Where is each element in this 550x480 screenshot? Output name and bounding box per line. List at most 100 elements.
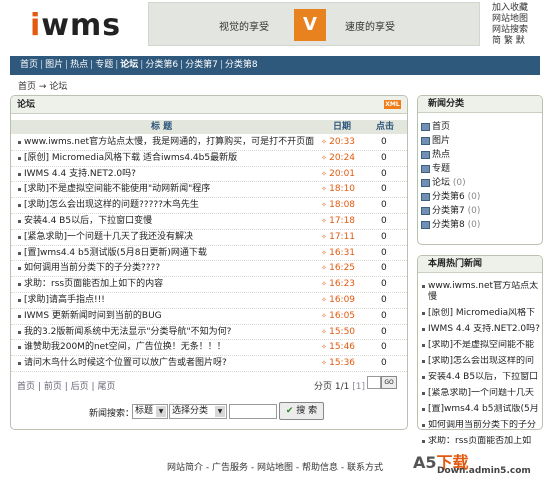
panel-title: 论坛 [11,96,407,114]
category-item[interactable]: 专题 [418,162,542,176]
site-search-link[interactable]: 网站搜索 [492,25,550,36]
hot-news-title-link[interactable]: [置]wms4.4 b5测试版(5月 [428,404,540,415]
nav-item-hot[interactable]: 热点 [70,60,88,70]
search-button[interactable]: ✔ 搜 索 [279,402,324,420]
table-row[interactable]: www.iwms.net官方站点太慢，我是网通的，打算购买，可是打不开页面 ✧ 2… [11,135,407,151]
table-row[interactable]: [求助]请高手指点!!! ✧ 16:09 0 [11,293,407,309]
table-row[interactable]: [求助]怎么会出现这样的问题?????木鸟先生 ✧ 18:08 0 [11,198,407,214]
row-clicks: 0 [381,326,387,337]
add-favorite-link[interactable]: 加入收藏 [492,3,550,14]
clock-icon: ✧ [321,216,330,225]
nav-item-category-7[interactable]: 分类第7 [185,60,218,70]
pager-separator: | [64,382,68,392]
hot-news-item[interactable]: 如何调用当前分类下的子分 [422,420,540,431]
category-item[interactable]: 图片 [418,134,542,148]
table-row[interactable]: 谁赞助我200M的net空间，广告位换！无条！！！ ✧ 15:46 0 [11,340,407,357]
category-count: (0) [467,206,481,216]
row-title-link[interactable]: 谁赞助我200M的net空间，广告位换！无条！！！ [24,340,324,355]
category-item[interactable]: 分类第6 (0) [418,190,542,204]
hot-news-title-link[interactable]: 如何调用当前分类下的子分 [428,420,540,431]
row-title-link[interactable]: [原创] Micromedia风格下载 适合iwms4.4b5最新版 [24,151,324,166]
row-title-link[interactable]: 请问木鸟什么时候这个位置可以放广告或者图片呀? [24,356,324,371]
breadcrumb-home[interactable]: 首页 [18,82,36,92]
hot-news-item[interactable]: IWMS 4.4 支持.NET2.0吗? [422,324,540,335]
banner-ad[interactable]: 视觉的享受 V 速度的享受 [148,2,480,46]
category-item[interactable]: 首页 [418,120,542,134]
hot-news-title-link[interactable]: IWMS 4.4 支持.NET2.0吗? [428,324,540,335]
row-title-link[interactable]: 如何调用当前分类下的子分类???? [24,261,324,276]
category-item[interactable]: 分类第8 (0) [418,218,542,232]
bullet-icon [18,188,21,192]
category-item[interactable]: 论坛 (0) [418,176,542,190]
table-row[interactable]: 求助：rss页面能否加上如下的内容 ✧ 16:23 0 [11,277,407,293]
search-input[interactable] [229,404,277,419]
site-map-link[interactable]: 网站地图 [492,14,550,25]
page-jump-input[interactable] [367,376,381,389]
hot-news-title-link[interactable]: 求助：rss页面能否加上如 [428,436,540,447]
table-row[interactable]: [原创] Micromedia风格下载 适合iwms4.4b5最新版 ✧ 20:2… [11,151,407,167]
row-title-link[interactable]: [求助]怎么会出现这样的问题?????木鸟先生 [24,198,324,213]
pager-prev[interactable]: 前页 [44,382,62,392]
row-title-link[interactable]: IWMS 4.4 支持.NET2.0吗? [24,167,324,182]
nav-item-forum[interactable]: 论坛 [120,60,138,70]
footer-link-ads[interactable]: 广告服务 [212,463,248,473]
nav-item-topics[interactable]: 专题 [95,60,113,70]
pager-next[interactable]: 后页 [71,382,89,392]
nav-item-category-6[interactable]: 分类第6 [145,60,178,70]
hot-news-item[interactable]: [求助]怎么会出现这样的问 [422,356,540,367]
row-title-link[interactable]: 安装4.4 B5以后，下拉窗口变慢 [24,214,324,229]
nav-item-images[interactable]: 图片 [45,60,63,70]
row-title-link[interactable]: [置]wms4.4 b5测试版(5月8日更新)网通下载 [24,246,324,261]
table-row[interactable]: 我的3.2版新闻系统中无法显示"分类导航"不知为何? ✧ 15:50 0 [11,325,407,341]
hot-news-item[interactable]: [紧急求助]一个问题十几天 [422,388,540,399]
row-title-link[interactable]: [紧急求助]一个问题十几天了我还没有解决 [24,230,324,245]
hot-news-title-link[interactable]: 安装4.4 B5以后，下拉窗口 [428,372,540,383]
hot-news-item[interactable]: [求助]不是虚拟空间能不能 [422,340,540,351]
current-page[interactable]: [1] [352,382,365,392]
hot-news-item[interactable]: [置]wms4.4 b5测试版(5月 [422,404,540,415]
row-title-link[interactable]: 我的3.2版新闻系统中无法显示"分类导航"不知为何? [24,325,324,340]
clock-icon: ✧ [321,248,330,257]
hot-news-item[interactable]: 安装4.4 B5以后，下拉窗口 [422,372,540,383]
table-row[interactable]: 请问木鸟什么时候这个位置可以放广告或者图片呀? ✧ 15:36 0 [11,356,407,372]
row-title-link[interactable]: 求助：rss页面能否加上如下的内容 [24,277,324,292]
pager-last[interactable]: 尾页 [97,382,115,392]
hot-news-title-link[interactable]: www.iwms.net官方站点太慢 [428,281,540,303]
table-row[interactable]: IWMS 4.4 支持.NET2.0吗? ✧ 20:01 0 [11,167,407,183]
hot-news-item[interactable]: www.iwms.net官方站点太慢 [422,281,540,303]
footer-link-contact[interactable]: 联系方式 [347,463,383,473]
row-title-link[interactable]: www.iwms.net官方站点太慢，我是网通的，打算购买，可是打不开页面 [24,135,324,150]
table-row[interactable]: [置]wms4.4 b5测试版(5月8日更新)网通下载 ✧ 16:31 0 [11,246,407,262]
category-item[interactable]: 热点 [418,148,542,162]
footer-link-help[interactable]: 帮助信息 [302,463,338,473]
table-row[interactable]: [紧急求助]一个问题十几天了我还没有解决 ✧ 17:11 0 [11,230,407,246]
search-category-select[interactable]: 选择分类 ▼ [169,404,227,419]
top-links: 加入收藏 网站地图 网站搜索 简 繁 默 [492,3,550,47]
hot-news-title-link[interactable]: [紧急求助]一个问题十几天 [428,388,540,399]
search-field-select[interactable]: 标题 ▼ [132,404,168,419]
pager-first[interactable]: 首页 [17,382,35,392]
nav-item-home[interactable]: 首页 [20,60,38,70]
category-item[interactable]: 分类第7 (0) [418,204,542,218]
hot-news-title-link[interactable]: [求助]怎么会出现这样的问 [428,356,540,367]
hot-news-item[interactable]: 求助：rss页面能否加上如 [422,436,540,447]
table-row[interactable]: 安装4.4 B5以后，下拉窗口变慢 ✧ 17:18 0 [11,214,407,230]
go-button[interactable]: GO [381,376,397,389]
clock-icon: ✧ [321,280,330,289]
hot-news-title-link[interactable]: [求助]不是虚拟空间能不能 [428,340,540,351]
site-logo[interactable]: iwms [30,8,121,43]
hot-news-title-link[interactable]: [原创] Micromedia风格下 [428,308,540,319]
table-row[interactable]: IWMS 更新新闻时间到当前的BUG ✧ 16:05 0 [11,309,407,325]
row-title-link[interactable]: IWMS 更新新闻时间到当前的BUG [24,309,324,324]
row-title-link[interactable]: [求助]请高手指点!!! [24,293,324,308]
row-title-link[interactable]: [求助]不是虚拟空间能不能使用"动网新闻"程序 [24,182,324,197]
nav-item-category-8[interactable]: 分类第8 [225,60,258,70]
footer-link-sitemap[interactable]: 网站地图 [257,463,293,473]
hot-news-item[interactable]: [原创] Micromedia风格下 [422,308,540,319]
language-switch[interactable]: 简 繁 默 [492,36,550,47]
table-row[interactable]: 如何调用当前分类下的子分类???? ✧ 16:25 0 [11,261,407,278]
xml-feed-icon[interactable]: XML [384,100,401,109]
table-row[interactable]: [求助]不是虚拟空间能不能使用"动网新闻"程序 ✧ 18:10 0 [11,182,407,199]
footer-link-about[interactable]: 网站简介 [167,463,203,473]
clock-icon: ✧ [321,185,330,194]
